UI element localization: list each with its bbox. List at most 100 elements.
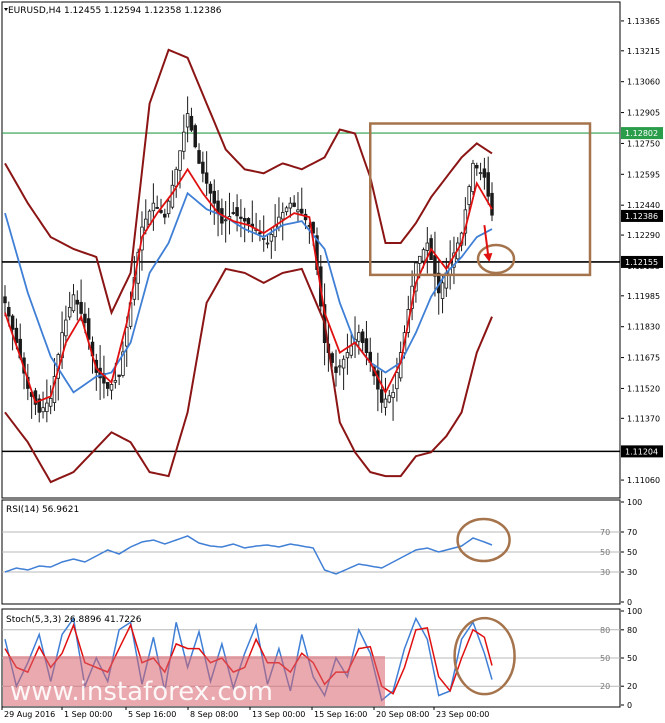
oscillator-tick-label: 30	[627, 568, 637, 577]
price-tick-label: 1.11985	[627, 292, 660, 301]
candle-body	[83, 313, 87, 324]
candle-body	[383, 398, 388, 408]
candle-body	[239, 216, 243, 219]
price-tag-label: 1.11204	[625, 447, 658, 456]
candle-body	[379, 389, 384, 403]
candle-body	[231, 212, 236, 214]
candle-body	[125, 326, 129, 347]
candle-body	[166, 200, 171, 215]
price-tick-label: 1.12905	[627, 109, 660, 118]
oscillator-tick-label: 50	[627, 548, 637, 557]
price-tag-label: 1.12155	[625, 258, 658, 267]
candle-body	[345, 352, 350, 359]
candle-body	[269, 233, 274, 242]
price-tick-label: 1.11675	[627, 354, 660, 363]
candle-body	[48, 397, 53, 407]
oscillator-level-label: 50	[600, 548, 610, 557]
candle-body	[467, 186, 471, 205]
candle-body	[79, 301, 83, 314]
candle-body	[185, 113, 190, 128]
x-tick-label: 8 Sep 08:00	[190, 710, 238, 719]
candle-body	[182, 131, 186, 152]
candle-body	[7, 306, 11, 317]
candle-body	[281, 212, 285, 220]
candle-body	[440, 282, 445, 299]
oscillator-tick-label: 100	[627, 607, 642, 616]
price-tick-label: 1.11520	[627, 384, 660, 393]
candle-body	[113, 380, 118, 383]
candle-body	[71, 294, 76, 312]
candle-body	[417, 255, 422, 264]
candle-body	[151, 202, 156, 212]
candle-body	[296, 209, 300, 213]
price-tick-label: 1.12750	[627, 139, 660, 148]
price-tick-label: 1.12290	[627, 231, 660, 240]
oscillator-tick-label: 50	[627, 654, 637, 663]
price-tick-label: 1.11370	[627, 414, 660, 423]
price-tick-label: 1.13365	[627, 17, 660, 26]
candle-body	[300, 208, 304, 214]
oscillator-tick-label: 0	[627, 701, 632, 710]
stoch-panel-title: Stoch(5,3,3) 26.8896 41.7226	[6, 615, 142, 625]
candle-body	[117, 374, 121, 377]
x-tick-label: 23 Sep 00:00	[436, 710, 489, 719]
candle-body	[155, 207, 159, 209]
candle-body	[341, 358, 346, 369]
candle-body	[212, 190, 216, 204]
candle-body	[433, 255, 437, 277]
candle-body	[64, 319, 68, 337]
candle-body	[387, 395, 392, 403]
candle-body	[284, 207, 289, 213]
price-tick-label: 1.12440	[627, 201, 660, 210]
oscillator-tick-label: 0	[627, 598, 632, 607]
rsi-panel-title: RSI(14) 56.9621	[6, 505, 79, 515]
oscillator-tick-label: 100	[627, 498, 642, 507]
candle-body	[421, 249, 426, 262]
candle-body	[163, 213, 167, 218]
candle-body	[45, 402, 49, 413]
x-tick-label: 13 Sep 00:00	[252, 710, 305, 719]
price-tick-label: 1.13060	[627, 78, 660, 87]
oscillator-level-label: 20	[600, 682, 610, 691]
price-tick-label: 1.11060	[627, 476, 660, 485]
candle-body	[193, 125, 197, 148]
candle-body	[482, 168, 487, 178]
price-tag-label: 1.12386	[625, 212, 658, 221]
candle-body	[109, 384, 114, 391]
candle-body	[364, 338, 369, 353]
candle-body	[189, 115, 194, 131]
oscillator-level-label: 80	[600, 626, 610, 635]
candle-body	[478, 172, 483, 175]
watermark-text: www.instaforex.com	[10, 677, 273, 707]
price-panel: 1.13365 1.13215 1.13060 1.12905 1.12750 1.125…	[1, 1, 663, 499]
candle-body	[360, 331, 365, 344]
x-tick-label: 5 Sep 16:00	[128, 710, 176, 719]
price-tag-label: 1.12802	[625, 129, 658, 138]
x-tick-label: 29 Aug 2016	[4, 710, 55, 719]
candle-body	[349, 345, 353, 356]
candle-body	[246, 218, 251, 225]
candle-body	[201, 161, 205, 174]
candle-body	[41, 407, 45, 413]
candle-body	[486, 172, 490, 197]
candle-body	[391, 392, 395, 398]
price-tick-label: 1.13215	[627, 47, 660, 56]
candle-body	[204, 172, 209, 184]
eurusd-h4-chart: 1.13365 1.13215 1.13060 1.12905 1.12750 1.125…	[0, 0, 665, 723]
candle-body	[105, 382, 110, 389]
candle-body	[292, 202, 296, 207]
oscillator-tick-label: 70	[627, 528, 637, 537]
candle-body	[338, 365, 342, 368]
oscillator-level-label: 50	[600, 654, 610, 663]
candle-body	[334, 366, 338, 373]
oscillator-level-label: 30	[600, 568, 610, 577]
candle-body	[425, 242, 430, 251]
rsi-panel: 70 50 30 100 70 50 30 0 RSI(14) 56.9621	[1, 498, 642, 607]
candle-body	[475, 164, 479, 169]
oscillator-tick-label: 20	[627, 682, 637, 691]
candle-body	[174, 168, 178, 187]
candle-body	[242, 218, 247, 222]
candle-body	[258, 232, 262, 235]
candle-body	[178, 150, 182, 171]
watermark: www.instaforex.com	[3, 656, 385, 707]
